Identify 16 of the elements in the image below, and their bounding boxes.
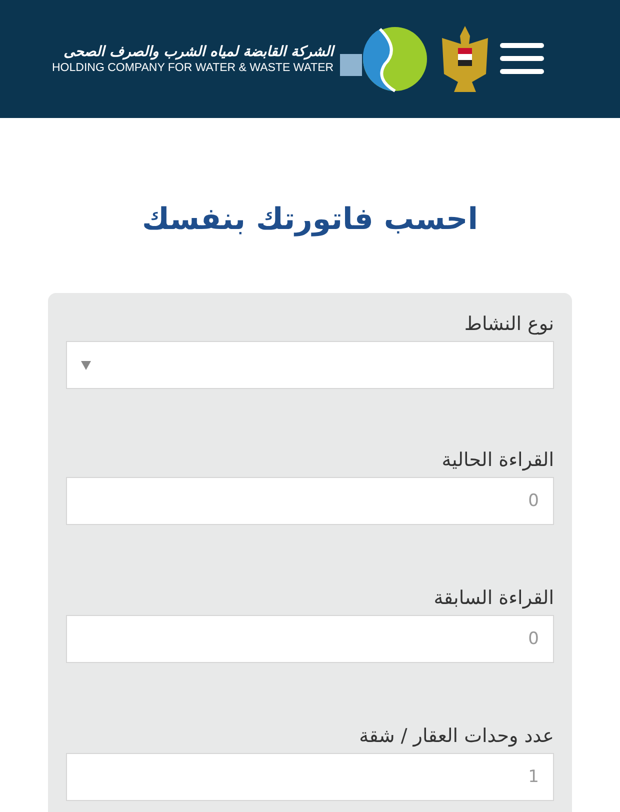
input-field[interactable]: 0 — [66, 477, 554, 525]
input-field[interactable]: 0 — [66, 615, 554, 663]
company-name: HOLDING COMPANY FOR WATER & WASTE WATER — [52, 62, 334, 74]
menu-icon — [500, 41, 544, 77]
field-label: عدد وحدات العقار / شقة — [359, 725, 554, 747]
logo-icon — [340, 24, 430, 94]
select-field[interactable] — [66, 341, 554, 389]
company-name: الشركة القابضة لمياه الشرب والصرف الصحى — [64, 44, 334, 60]
caret-icon — [81, 360, 91, 370]
field-label: القراءة الحالية — [442, 449, 554, 471]
emblem-icon — [440, 24, 490, 94]
page-title: احسب فاتورتك بنفسك — [140, 202, 480, 237]
menu-button[interactable] — [500, 41, 544, 77]
field-label: نوع النشاط — [464, 313, 554, 335]
field-label: القراءة السابقة — [434, 587, 554, 609]
input-field[interactable]: 1 — [66, 753, 554, 801]
